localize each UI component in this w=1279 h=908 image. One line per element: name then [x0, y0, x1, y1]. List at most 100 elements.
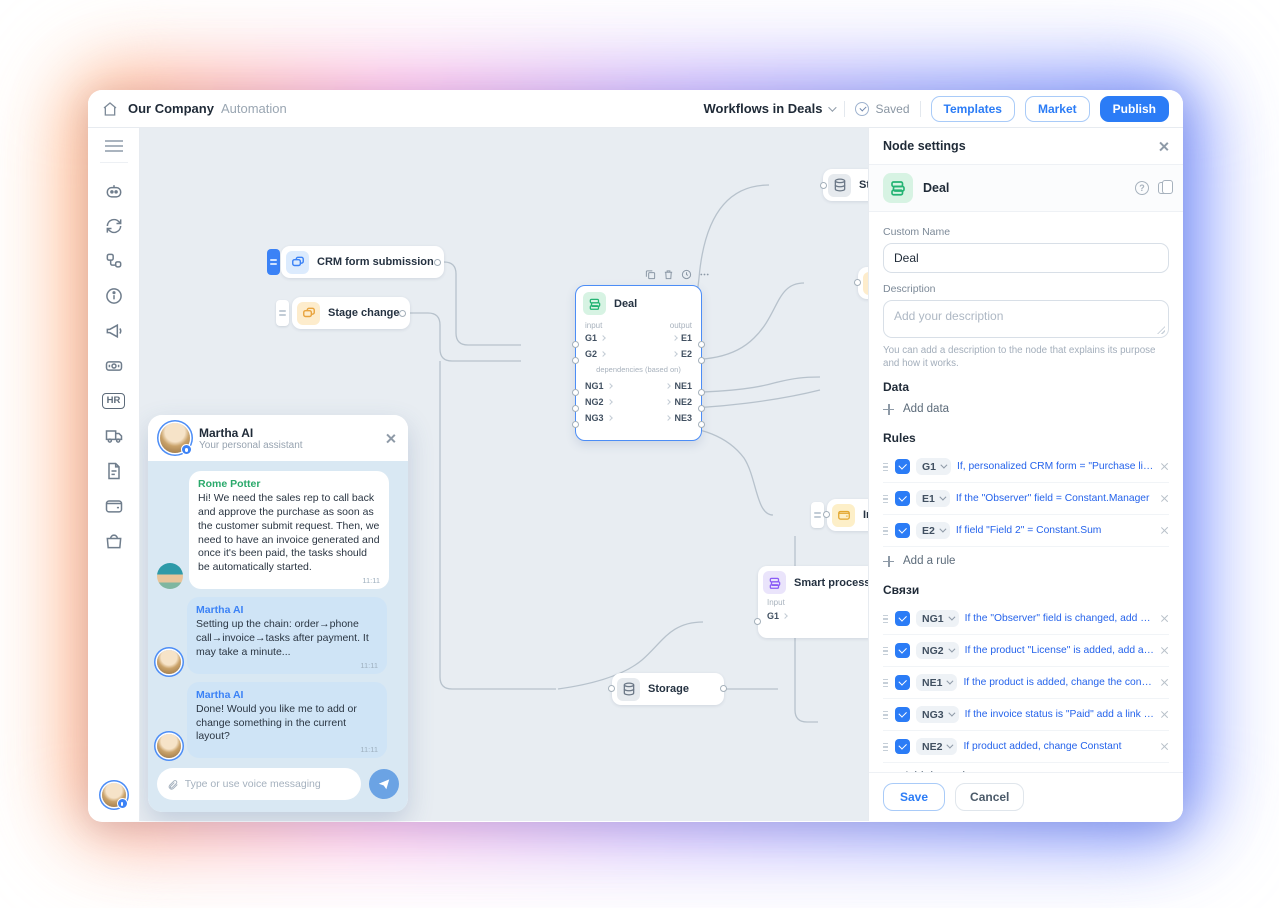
workflow-title-dropdown[interactable]: Workflows in Deals [704, 101, 835, 116]
shop-icon[interactable] [102, 529, 126, 553]
output-port[interactable] [434, 259, 441, 266]
port-label[interactable]: G1 [585, 333, 597, 343]
remove-icon[interactable] [1160, 646, 1169, 655]
info-icon[interactable] [102, 284, 126, 308]
help-icon[interactable]: ? [1135, 181, 1149, 195]
flow-icon[interactable] [102, 249, 126, 273]
dependency-id-dropdown[interactable]: NE2 [916, 738, 957, 755]
remove-icon[interactable] [1160, 494, 1169, 503]
port-label[interactable]: NE3 [674, 413, 692, 423]
output-port[interactable] [698, 341, 705, 348]
node-crm-form-submission[interactable]: CRM form submission [281, 246, 444, 278]
input-port[interactable] [572, 341, 579, 348]
market-button[interactable]: Market [1025, 96, 1090, 122]
port-label[interactable]: E2 [681, 349, 692, 359]
remove-icon[interactable] [1160, 742, 1169, 751]
close-icon[interactable] [385, 433, 396, 444]
port-label[interactable]: NG3 [585, 413, 604, 423]
add-dependency-button[interactable]: Add dependency [883, 763, 1169, 772]
port-label[interactable]: NG2 [585, 397, 604, 407]
remove-icon[interactable] [1160, 462, 1169, 471]
output-port[interactable] [720, 685, 727, 692]
dependency-id-dropdown[interactable]: NG3 [916, 706, 959, 723]
drag-handle-icon[interactable] [883, 615, 888, 624]
drag-handle-icon[interactable] [883, 743, 888, 752]
input-port[interactable] [572, 405, 579, 412]
dependency-checkbox[interactable] [895, 675, 910, 690]
description-textarea[interactable]: Add your description [883, 300, 1169, 338]
input-port[interactable] [572, 421, 579, 428]
port-label[interactable]: G2 [585, 349, 597, 359]
drag-handle-icon[interactable] [883, 463, 888, 472]
port-label[interactable]: NE1 [674, 381, 692, 391]
remove-icon[interactable] [1160, 678, 1169, 687]
duplicate-icon[interactable] [1158, 182, 1169, 194]
port-label[interactable]: E1 [681, 333, 692, 343]
sync-icon[interactable] [102, 214, 126, 238]
clock-icon[interactable] [681, 269, 692, 280]
port-label[interactable]: NE2 [674, 397, 692, 407]
port-label[interactable]: NG1 [585, 381, 604, 391]
paperclip-icon[interactable] [167, 778, 179, 791]
remove-icon[interactable] [1160, 710, 1169, 719]
bot-icon[interactable] [102, 179, 126, 203]
templates-button[interactable]: Templates [931, 96, 1015, 122]
drag-handle-icon[interactable] [883, 495, 888, 504]
dependency-checkbox[interactable] [895, 611, 910, 626]
chat-message-input[interactable] [185, 778, 351, 790]
dependency-checkbox[interactable] [895, 739, 910, 754]
close-icon[interactable] [1158, 141, 1169, 152]
input-port[interactable] [754, 618, 761, 625]
port-label[interactable]: G1 [767, 611, 779, 621]
duplicate-icon[interactable] [645, 269, 656, 280]
drag-handle-icon[interactable] [883, 527, 888, 536]
drag-handle-icon[interactable] [883, 647, 888, 656]
home-icon[interactable] [102, 101, 118, 117]
rule-id-dropdown[interactable]: G1 [916, 458, 951, 475]
add-rule-button[interactable]: Add a rule [883, 547, 1169, 575]
input-port[interactable] [820, 182, 827, 189]
input-port[interactable] [823, 511, 830, 518]
dependency-id-dropdown[interactable]: NG2 [916, 642, 959, 659]
document-icon[interactable] [102, 459, 126, 483]
dependency-id-dropdown[interactable]: NG1 [916, 610, 959, 627]
publish-button[interactable]: Publish [1100, 96, 1169, 122]
rule-checkbox[interactable] [895, 459, 910, 474]
cancel-button[interactable]: Cancel [955, 783, 1024, 811]
banknote-icon[interactable] [102, 354, 126, 378]
drag-handle-icon[interactable] [883, 711, 888, 720]
truck-icon[interactable] [102, 424, 126, 448]
assistant-avatar[interactable] [102, 783, 126, 807]
node-storage-bottom[interactable]: Storage [612, 673, 724, 705]
input-port[interactable] [572, 357, 579, 364]
hr-badge[interactable]: HR [102, 389, 126, 413]
remove-icon[interactable] [1160, 526, 1169, 535]
output-port[interactable] [399, 310, 406, 317]
node-quick-toolbar[interactable] [276, 300, 289, 326]
dependency-id-dropdown[interactable]: NE1 [916, 674, 957, 691]
menu-icon[interactable] [105, 140, 123, 152]
rule-id-dropdown[interactable]: E1 [916, 490, 950, 507]
save-button[interactable]: Save [883, 783, 945, 811]
resize-handle[interactable] [1157, 326, 1165, 334]
more-icon[interactable] [699, 269, 710, 280]
node-deal[interactable]: Deal input output G1 E1 G2 E2 dependenci… [575, 285, 702, 441]
custom-name-input[interactable] [883, 243, 1169, 273]
send-button[interactable] [369, 769, 399, 799]
megaphone-icon[interactable] [102, 319, 126, 343]
rule-checkbox[interactable] [895, 491, 910, 506]
node-stage-change[interactable]: Stage change [292, 297, 410, 329]
dependency-checkbox[interactable] [895, 643, 910, 658]
output-port[interactable] [698, 389, 705, 396]
input-port[interactable] [854, 279, 861, 286]
node-quick-toolbar[interactable] [267, 249, 280, 275]
output-port[interactable] [698, 421, 705, 428]
drag-handle-icon[interactable] [883, 679, 888, 688]
output-port[interactable] [698, 405, 705, 412]
rule-checkbox[interactable] [895, 523, 910, 538]
add-data-button[interactable]: Add data [883, 400, 1169, 423]
rule-id-dropdown[interactable]: E2 [916, 522, 950, 539]
input-port[interactable] [608, 685, 615, 692]
dependency-checkbox[interactable] [895, 707, 910, 722]
trash-icon[interactable] [663, 269, 674, 280]
